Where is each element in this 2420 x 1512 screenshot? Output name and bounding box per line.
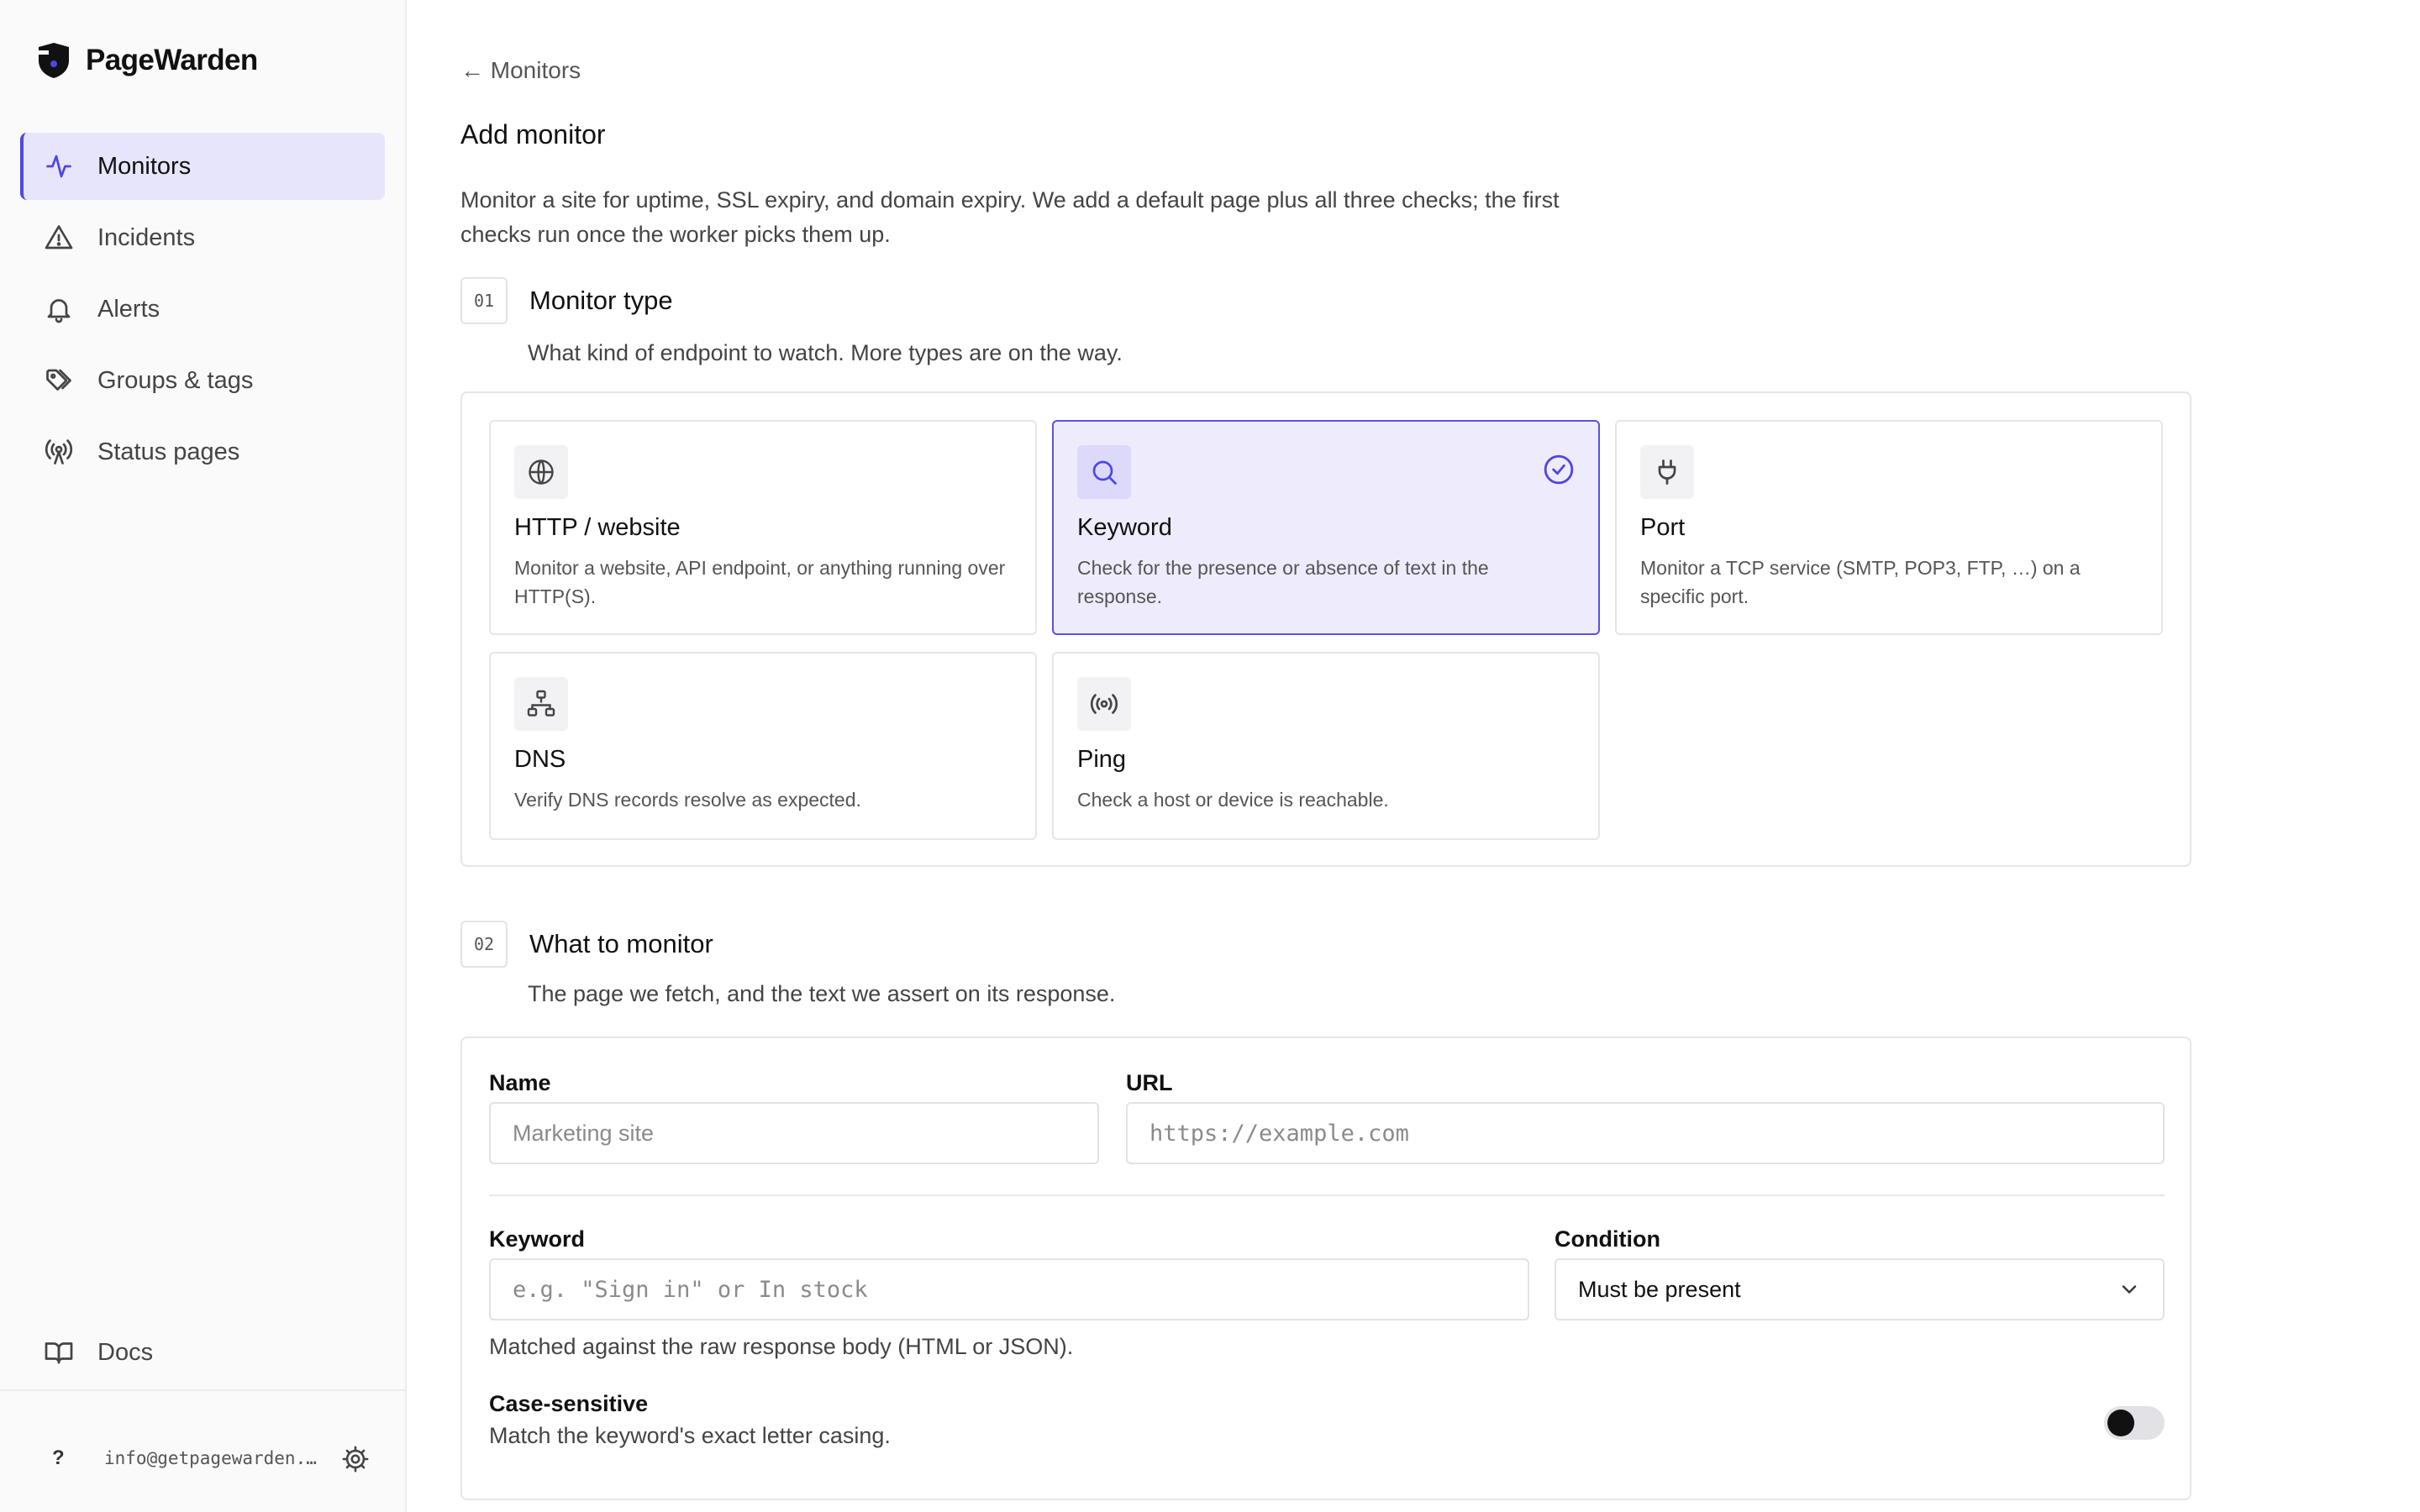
docs-label: Docs bbox=[97, 1338, 154, 1366]
brand[interactable]: PageWarden bbox=[37, 42, 258, 79]
sidebar-item-groups-tags[interactable]: Groups & tags bbox=[20, 347, 385, 414]
gear-icon[interactable] bbox=[341, 1445, 370, 1473]
sidebar-item-label: Alerts bbox=[97, 295, 160, 323]
keyword-label: Keyword bbox=[489, 1226, 586, 1252]
globe-icon bbox=[529, 459, 554, 485]
page-description: Monitor a site for uptime, SSL expiry, a… bbox=[460, 187, 1560, 247]
sidebar-item-label: Groups & tags bbox=[97, 366, 254, 394]
account-email[interactable]: info@getpagewarden.com bbox=[104, 1448, 323, 1468]
name-input[interactable] bbox=[489, 1102, 1099, 1164]
keyword-hint: Matched against the raw response body (H… bbox=[489, 1334, 1074, 1359]
radio-icon bbox=[1090, 694, 1118, 714]
back-link[interactable]: ← Monitors bbox=[460, 57, 581, 84]
sidebar-item-docs[interactable]: Docs bbox=[44, 1337, 153, 1368]
case-sensitive-hint: Match the keyword's exact letter casing. bbox=[489, 1423, 891, 1448]
broadcast-icon bbox=[45, 439, 73, 465]
section-title: Monitor type bbox=[529, 286, 673, 315]
card-icon-wrap bbox=[1077, 677, 1131, 731]
section-description: The page we fetch, and the text we asser… bbox=[528, 981, 1116, 1006]
card-description: Monitor a TCP service (SMTP, POP3, FTP, … bbox=[1640, 557, 2081, 607]
brand-name: PageWarden bbox=[86, 44, 258, 76]
step-badge: 01 bbox=[460, 277, 508, 324]
section-monitor-type-header: 01 Monitor type bbox=[460, 277, 673, 324]
search-icon bbox=[1092, 460, 1117, 485]
condition-label: Condition bbox=[1555, 1226, 1660, 1252]
card-description: Check for the presence or absence of tex… bbox=[1077, 557, 1489, 607]
sidebar-nav: Monitors Incidents Alerts Groups & tags … bbox=[20, 133, 385, 490]
chevron-down-icon bbox=[2122, 1285, 2137, 1294]
condition-select[interactable]: Must be present bbox=[1555, 1258, 2165, 1320]
network-icon bbox=[527, 690, 555, 717]
card-icon-wrap bbox=[1640, 445, 1694, 499]
case-sensitive-toggle[interactable] bbox=[2104, 1406, 2165, 1440]
type-card-http[interactable]: HTTP / website Monitor a website, API en… bbox=[489, 420, 1037, 635]
sidebar-item-status-pages[interactable]: Status pages bbox=[20, 418, 385, 486]
shield-logo-icon bbox=[37, 43, 69, 78]
case-sensitive-label: Case-sensitive bbox=[489, 1391, 649, 1416]
card-title: Keyword bbox=[1077, 514, 1172, 541]
activity-icon bbox=[46, 155, 71, 178]
page-title: Add monitor bbox=[460, 119, 606, 150]
card-icon-wrap bbox=[514, 677, 568, 731]
type-card-ping[interactable]: Ping Check a host or device is reachable… bbox=[1052, 652, 1600, 840]
card-title: Port bbox=[1640, 514, 1686, 541]
sidebar-item-monitors[interactable]: Monitors bbox=[20, 133, 385, 200]
url-label: URL bbox=[1126, 1070, 1173, 1095]
keyword-input[interactable] bbox=[489, 1258, 1529, 1320]
card-title: DNS bbox=[514, 746, 566, 773]
card-description: Verify DNS records resolve as expected. bbox=[514, 789, 861, 811]
card-description: Check a host or device is reachable. bbox=[1077, 789, 1389, 811]
help-button[interactable]: ? bbox=[52, 1446, 65, 1470]
card-icon-wrap bbox=[1077, 445, 1131, 499]
toggle-knob bbox=[2107, 1410, 2134, 1436]
card-title: Ping bbox=[1077, 746, 1127, 773]
section-title: What to monitor bbox=[529, 929, 713, 958]
sidebar-footer: ? info@getpagewarden.com bbox=[0, 1389, 407, 1512]
sidebar-item-incidents[interactable]: Incidents bbox=[20, 204, 385, 271]
form-divider bbox=[489, 1194, 2165, 1196]
type-card-keyword[interactable]: Keyword Check for the presence or absenc… bbox=[1052, 420, 1600, 635]
type-card-port[interactable]: Port Monitor a TCP service (SMTP, POP3, … bbox=[1615, 420, 2163, 635]
check-circle-icon bbox=[1544, 454, 1574, 485]
card-description: Monitor a website, API endpoint, or anyt… bbox=[514, 557, 1006, 607]
plug-icon bbox=[1658, 459, 1676, 485]
monitor-type-panel: HTTP / website Monitor a website, API en… bbox=[460, 391, 2191, 867]
book-open-icon bbox=[45, 1342, 73, 1364]
card-icon-wrap bbox=[514, 445, 568, 499]
sidebar-item-label: Incidents bbox=[97, 223, 196, 251]
alert-triangle-icon bbox=[45, 225, 73, 249]
what-to-monitor-panel: Name URL Keyword Condition Must be prese… bbox=[460, 1037, 2191, 1500]
bell-icon bbox=[47, 299, 71, 323]
sidebar-item-label: Monitors bbox=[97, 152, 192, 180]
section-what-to-monitor-header: 02 What to monitor bbox=[460, 921, 713, 968]
step-badge: 02 bbox=[460, 921, 508, 968]
sidebar-item-alerts[interactable]: Alerts bbox=[20, 276, 385, 343]
condition-value: Must be present bbox=[1578, 1276, 1741, 1302]
sidebar: PageWarden Monitors Incidents Alerts Gro… bbox=[0, 0, 407, 1512]
name-label: Name bbox=[489, 1070, 551, 1095]
card-title: HTTP / website bbox=[514, 514, 681, 541]
url-input[interactable] bbox=[1126, 1102, 2165, 1164]
section-description: What kind of endpoint to watch. More typ… bbox=[528, 340, 1123, 365]
sidebar-item-label: Status pages bbox=[97, 438, 240, 465]
type-card-dns[interactable]: DNS Verify DNS records resolve as expect… bbox=[489, 652, 1037, 840]
tags-icon bbox=[46, 369, 71, 391]
